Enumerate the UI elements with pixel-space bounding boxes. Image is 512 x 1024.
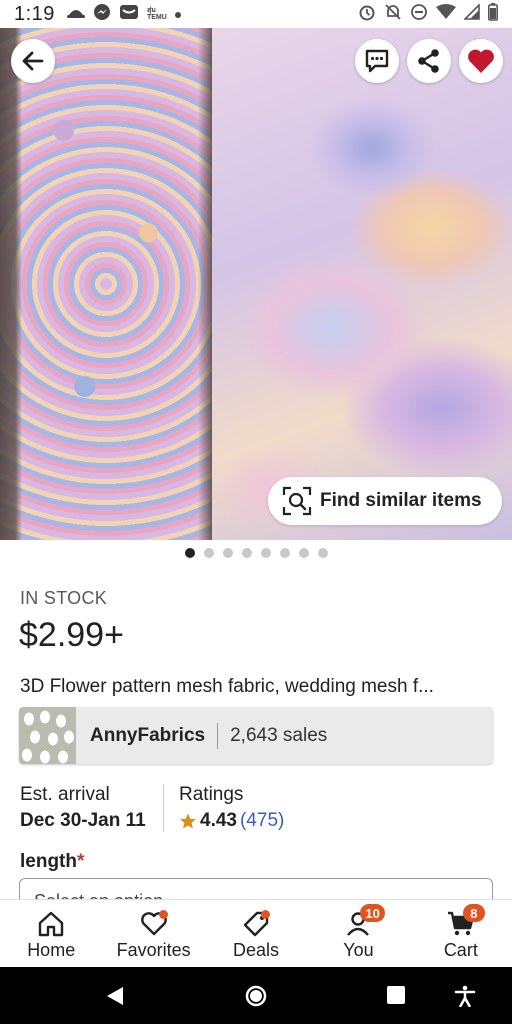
temu-app-icon: สุ่ม TEMU xyxy=(147,7,167,21)
system-back-button[interactable] xyxy=(105,985,125,1012)
status-system-icons xyxy=(358,2,498,26)
nav-cart-label: Cart xyxy=(443,940,478,960)
accessibility-button[interactable] xyxy=(454,985,476,1012)
battery-icon xyxy=(488,2,498,26)
carousel-dot[interactable] xyxy=(184,548,195,558)
carousel-dot[interactable] xyxy=(222,548,233,558)
nav-home-label: Home xyxy=(27,940,76,960)
accessibility-icon xyxy=(454,985,476,1008)
stock-status: IN STOCK xyxy=(20,588,108,608)
nav-deals[interactable]: Deals xyxy=(205,900,307,967)
rating-count-link[interactable]: (475) xyxy=(240,810,284,832)
heart-icon xyxy=(468,49,494,73)
nav-you-label: You xyxy=(343,940,374,960)
status-bar: 1:19 สุ่ม TEMU xyxy=(0,0,512,28)
carousel-dot[interactable] xyxy=(317,548,328,558)
find-similar-label: Find similar items xyxy=(320,490,482,511)
shop-avatar xyxy=(19,707,76,764)
carousel-dot[interactable] xyxy=(203,548,214,558)
mute-icon xyxy=(384,3,402,26)
rating-score: 4.43 xyxy=(200,810,237,831)
required-mark: * xyxy=(77,851,85,872)
deals-badge-dot xyxy=(261,910,271,919)
you-badge-count: 10 xyxy=(360,904,385,922)
wifi-icon xyxy=(436,3,456,25)
hat-icon xyxy=(66,5,85,24)
product-title[interactable]: 3D Flower pattern mesh fabric, wedding m… xyxy=(20,676,500,698)
system-recents-button[interactable] xyxy=(386,985,406,1010)
system-home-button[interactable] xyxy=(245,985,267,1012)
nav-favorites[interactable]: Favorites xyxy=(102,900,204,967)
ratings-label: Ratings xyxy=(179,784,244,805)
circle-home-icon xyxy=(245,985,267,1007)
system-navigation-bar xyxy=(0,967,512,1024)
nav-deals-label: Deals xyxy=(233,940,280,960)
arrow-left-icon xyxy=(22,51,44,71)
carousel-dot[interactable] xyxy=(279,548,290,558)
triangle-back-icon xyxy=(107,987,123,1005)
product-image-fabric-drape xyxy=(0,28,212,540)
carousel-dot[interactable] xyxy=(298,548,309,558)
find-similar-items-button[interactable]: Find similar items xyxy=(268,477,502,525)
signal-icon xyxy=(463,2,480,25)
carousel-dot[interactable] xyxy=(260,548,271,558)
status-notification-icons: สุ่ม TEMU xyxy=(66,3,181,26)
carousel-pagination xyxy=(0,548,512,558)
variation-label: length* xyxy=(20,851,84,873)
alarm-icon xyxy=(358,3,376,26)
temu-icon-text-bottom: TEMU xyxy=(146,14,167,21)
share-icon xyxy=(418,49,439,73)
shop-name: AnnyFabrics xyxy=(90,724,206,746)
arrival-label: Est. arrival xyxy=(20,784,110,805)
messenger-icon xyxy=(93,3,111,26)
arrival-value: Dec 30-Jan 11 xyxy=(20,810,146,831)
carousel-dot[interactable] xyxy=(241,548,252,558)
message-seller-button[interactable] xyxy=(355,39,399,83)
dot-icon xyxy=(174,5,181,23)
favorite-button[interactable] xyxy=(459,39,503,83)
square-recents-icon xyxy=(387,986,405,1004)
status-time: 1:19 xyxy=(14,2,55,25)
star-icon xyxy=(180,813,196,829)
temu-icon-text-top: สุ่ม xyxy=(146,7,156,14)
cart-badge-count: 8 xyxy=(462,904,485,922)
product-price: $2.99+ xyxy=(19,616,124,654)
back-button[interactable] xyxy=(11,39,55,83)
bottom-navigation: Home Favorites Deals 10 You 8 Cart xyxy=(0,899,512,967)
ratings-summary[interactable]: 4.43 (475) xyxy=(179,810,284,832)
product-image-fabric-closeup xyxy=(212,28,512,540)
shop-divider xyxy=(217,722,219,749)
shop-sales: 2,643 sales xyxy=(230,724,328,746)
nav-cart[interactable]: 8 Cart xyxy=(410,900,512,967)
nav-favorites-label: Favorites xyxy=(116,940,191,960)
nav-home[interactable]: Home xyxy=(0,900,102,967)
message-icon xyxy=(365,49,389,73)
dnd-icon xyxy=(410,3,428,26)
product-image-carousel[interactable] xyxy=(0,28,512,540)
favorites-badge-dot xyxy=(158,910,168,919)
nav-you[interactable]: 10 You xyxy=(307,900,409,967)
share-button[interactable] xyxy=(407,39,451,83)
mail-icon xyxy=(119,3,139,26)
variation-label-text: length xyxy=(20,851,77,872)
shop-card[interactable]: AnnyFabrics 2,643 sales xyxy=(19,707,493,764)
visual-search-icon xyxy=(282,486,312,516)
meta-divider xyxy=(163,784,164,832)
home-icon xyxy=(39,911,64,937)
